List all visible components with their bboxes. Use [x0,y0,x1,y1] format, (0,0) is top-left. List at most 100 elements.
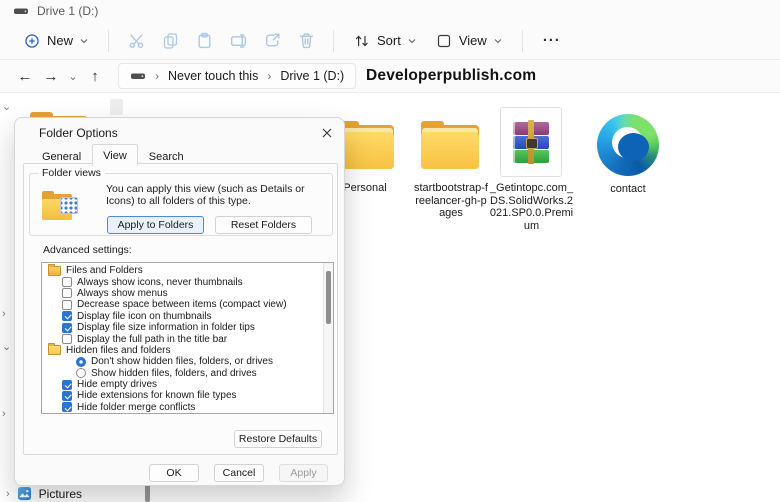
cut-button[interactable] [119,27,153,55]
folder-icon [48,343,61,356]
address-bar[interactable]: › Never touch this › Drive 1 (D:) [118,63,357,89]
apply-to-folders-button[interactable]: Apply to Folders [107,216,204,234]
file-label[interactable]: startbootstrap-freelancer-gh-pages [414,182,488,220]
copy-button[interactable] [153,27,187,55]
folder-icon [48,263,61,276]
sort-button-label: Sort [377,33,401,48]
new-button[interactable]: New [14,27,98,55]
advanced-setting-label: Hide empty drives [77,379,158,391]
checkbox[interactable] [62,402,72,413]
advanced-setting-row[interactable]: Display file icon on thumbnails [42,311,323,322]
folder-icon[interactable] [421,121,479,169]
advanced-setting-row[interactable]: Always show icons, never thumbnails [42,276,323,288]
sort-button[interactable]: Sort [344,27,426,55]
advanced-setting-row[interactable]: Decrease space between items (compact vi… [42,299,323,310]
advanced-setting-row[interactable]: Display file size information in folder … [42,322,323,333]
back-arrow-icon[interactable]: ← [12,64,38,88]
breadcrumb-item[interactable]: Never touch this [168,69,258,83]
advanced-setting-label: Display the full path in the title bar [77,333,228,345]
advanced-setting-label: Display file size information in folder … [77,322,255,334]
view-square-icon [437,34,450,47]
breadcrumb-item[interactable]: Drive 1 (D:) [280,69,344,83]
list-scrollbar[interactable] [323,263,333,413]
advanced-setting-row[interactable]: Show hidden files, folders, and drives [42,368,323,379]
tab-view[interactable]: View [92,144,138,166]
advanced-setting-label: Don't show hidden files, folders, or dri… [91,356,273,368]
sidebar-collapse-chevron-icon[interactable]: › [2,408,6,420]
more-options-button[interactable]: ··· [533,32,571,49]
navigation-bar: ← → ⌄ ↑ › Never touch this › Drive 1 (D:… [0,60,780,93]
new-button-label: New [47,33,74,48]
ok-button[interactable]: OK [149,464,199,482]
advanced-setting-row[interactable]: Display the full path in the title bar [42,333,323,345]
advanced-setting-label: Show hidden files, folders, and drives [91,367,257,379]
up-arrow-icon[interactable]: ↑ [82,64,108,88]
chevron-down-icon [80,38,88,44]
sidebar-scrollbar[interactable] [110,99,123,115]
dialog-tabs: General View Search [31,144,195,166]
share-button[interactable] [255,27,289,55]
rename-icon [230,34,246,48]
scrollbar-thumb[interactable] [326,271,331,324]
checkbox[interactable] [62,311,72,322]
edge-browser-icon[interactable] [597,114,659,176]
window-title: Drive 1 (D:) [37,4,99,18]
advanced-setting-label: Hide extensions for known file types [77,390,237,402]
rename-button[interactable] [221,27,255,55]
advanced-setting-row[interactable]: Hide extensions for known file types [42,390,323,401]
checkbox[interactable] [62,334,72,345]
sidebar-expand-chevron-icon[interactable]: ⌄ [2,340,11,353]
advanced-setting-label: Always show menus [77,287,168,299]
advanced-settings-list[interactable]: Files and Folders Always show icons, neve… [41,262,334,414]
advanced-setting-label: Decrease space between items (compact vi… [77,299,287,311]
sort-arrows-icon [355,35,368,46]
file-label[interactable]: _Getintopc.com_DS.SolidWorks.2021.SP0.0.… [487,182,576,232]
view-button-label: View [458,33,487,48]
checkbox[interactable] [62,390,72,401]
advanced-setting-row[interactable]: Hide empty drives [42,379,323,390]
advanced-setting-row[interactable]: Hide folder merge conflicts [42,402,323,413]
cancel-button[interactable]: Cancel [214,464,264,482]
radio-button[interactable] [76,368,86,379]
toolbar: New Sort View ··· [0,22,780,60]
tab-search[interactable]: Search [138,147,195,166]
dialog-title: Folder Options [39,126,118,140]
radio-button[interactable] [76,356,86,367]
checkbox[interactable] [62,288,72,299]
sidebar-collapse-chevron-icon[interactable]: › [2,308,6,320]
advanced-setting-label: Files and Folders [66,265,143,277]
checkbox[interactable] [62,379,72,390]
view-button[interactable]: View [426,27,512,55]
title-bar: Drive 1 (D:) [0,0,780,22]
copy-icon [163,33,177,49]
advanced-setting-row[interactable]: Always show menus [42,288,323,299]
advanced-setting-row[interactable]: Hidden files and folders [42,343,323,356]
checkbox[interactable] [62,277,72,288]
winrar-archive-icon[interactable] [500,107,562,177]
reset-folders-button[interactable]: Reset Folders [215,216,312,234]
new-plus-circle-icon [24,33,40,49]
tab-general[interactable]: General [31,147,92,166]
advanced-setting-row[interactable] [42,413,323,414]
checkbox[interactable] [62,299,72,310]
forward-arrow-icon[interactable]: → [38,64,64,88]
advanced-setting-row[interactable]: Don't show hidden files, folders, or dri… [42,356,323,367]
restore-defaults-button[interactable]: Restore Defaults [234,430,322,448]
delete-button[interactable] [289,27,323,55]
folder-views-description: You can apply this view (such as Details… [106,183,305,207]
sidebar-expand-chevron-icon[interactable]: ⌄ [2,100,11,113]
sidebar-item-pictures[interactable]: › Pictures [6,486,82,501]
advanced-setting-label: Always show icons, never thumbnails [77,276,243,288]
advanced-setting-row[interactable]: Files and Folders [42,263,323,277]
checkbox[interactable] [62,322,72,333]
advanced-setting-label: Hide folder merge conflicts [77,401,196,413]
cut-icon [129,34,143,49]
recent-chevron-icon[interactable]: ⌄ [64,64,82,88]
apply-button[interactable]: Apply [279,464,328,482]
folder-views-icon [42,191,78,220]
toolbar-separator [108,29,110,52]
advanced-settings-rows: Files and Folders Always show icons, neve… [42,263,323,414]
paste-button[interactable] [187,27,221,55]
close-button[interactable] [315,122,339,144]
file-label[interactable]: contact [593,183,663,196]
